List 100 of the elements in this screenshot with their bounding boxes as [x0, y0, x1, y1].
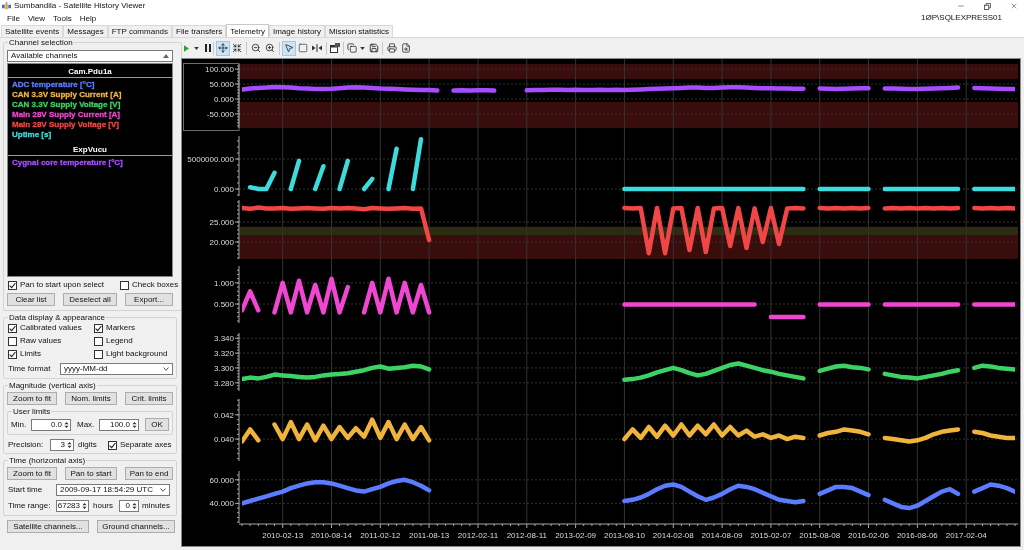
spin-arrows-icon [64, 420, 69, 429]
tab[interactable]: Messages [63, 25, 108, 37]
channel-item[interactable]: ADC temperature [°C] [8, 80, 95, 90]
caret-down-icon[interactable] [360, 46, 365, 50]
axis-tick-label: 1.000 [213, 278, 234, 288]
checkbox[interactable] [94, 336, 103, 346]
close-icon[interactable] [1010, 2, 1018, 10]
dropdown[interactable]: yyyy-MM-dd [60, 363, 173, 375]
channel-item[interactable]: Cygnal core temperature [°C] [8, 158, 123, 168]
export-button[interactable]: Export... [125, 293, 173, 306]
channel-item[interactable]: CAN 3.3V Supply Voltage [V] [8, 100, 121, 110]
channel-item[interactable]: Main 28V Supply Current [A] [8, 110, 120, 120]
checkbox[interactable] [8, 280, 17, 290]
spin-arrows-icon [82, 502, 87, 510]
checkbox[interactable] [8, 349, 17, 359]
copy-icon[interactable] [347, 43, 357, 53]
date-tick-label: 2014-08-09 [701, 531, 743, 540]
tab[interactable]: Image history [268, 25, 325, 37]
axis-tick-label: 40.000 [209, 499, 234, 509]
channel-item[interactable]: Main 28V Supply Voltage [V] [8, 120, 119, 130]
spin-arrows-icon [132, 420, 137, 429]
tab[interactable]: File transfers [172, 25, 227, 37]
menu-item[interactable]: View [23, 12, 50, 24]
save-icon[interactable] [369, 43, 379, 53]
checkbox-label: Limits [20, 349, 41, 359]
nominal-limits-button[interactable]: Nom. limits [65, 392, 117, 405]
ground-channels-button[interactable]: Ground channels... [97, 520, 175, 533]
group-title: User limits [12, 407, 52, 416]
pan-to-start-button[interactable]: Pan to start [65, 467, 117, 480]
dropdown[interactable]: Available channels [7, 50, 173, 62]
axis-tick-label: 0.000 [213, 95, 234, 104]
unit-label: minutes [142, 502, 170, 510]
tab[interactable]: Satellite events [1, 25, 64, 37]
restore-icon[interactable] [984, 2, 991, 10]
axis-tick-label: 25.000 [209, 218, 234, 227]
tab[interactable]: Mission statistics [325, 25, 393, 37]
spin-box[interactable]: 67283 [56, 500, 89, 512]
date-tick-label: 2016-02-06 [848, 531, 889, 540]
axis-tick-label: 0.000 [213, 185, 234, 194]
critical-limits-button[interactable]: Crit. limits [125, 392, 173, 405]
spin-box[interactable]: 3 [50, 439, 74, 451]
ok-button[interactable]: OK [145, 418, 169, 431]
menu-item[interactable]: File [3, 12, 24, 24]
date-tick-label: 2013-08-10 [603, 531, 645, 540]
tab[interactable]: FTP commands [107, 25, 173, 37]
chevron-down-icon [160, 488, 166, 492]
play-icon[interactable] [184, 44, 189, 52]
group-title: Data display & appearance [8, 313, 107, 322]
window-icon[interactable] [330, 43, 340, 53]
spin-box[interactable]: 100.0 [99, 418, 139, 431]
field-label: Time format [8, 365, 52, 373]
window-title: Sumbandila - Satellite History Viewer [14, 2, 146, 10]
menu-item[interactable]: Help [75, 12, 101, 24]
caret-down-icon[interactable] [194, 46, 199, 50]
axis-tick-label: 100.000 [205, 65, 234, 75]
checkbox-label: Calibrated values [20, 323, 82, 333]
field-label: Min. [11, 420, 28, 429]
deselect-all-button[interactable]: Deselect all [63, 293, 117, 306]
print-preview-icon[interactable] [401, 43, 411, 53]
chevron-down-icon [163, 367, 169, 371]
checkbox-label: Pan to start upon select [20, 280, 105, 290]
satellite-channels-button[interactable]: Satellite channels... [7, 520, 89, 533]
pointer-tool-button[interactable] [282, 40, 296, 56]
dropdown[interactable]: 2009-09-17 18:54:29 UTC [56, 484, 170, 496]
axis-tick-label: 60.000 [209, 475, 234, 485]
checkbox[interactable] [94, 323, 103, 333]
checkbox-label: Raw values [20, 336, 62, 346]
zoom-to-fit-button[interactable]: Zoom to fit [7, 467, 57, 480]
spin-box[interactable]: 0 [119, 500, 139, 512]
spin-box[interactable]: 0.0 [31, 418, 71, 431]
date-tick-label: 2011-08-13 [409, 531, 450, 540]
print-icon[interactable] [387, 43, 397, 53]
checkbox[interactable] [108, 440, 117, 450]
zoom-to-fit-button[interactable]: Zoom to fit [7, 392, 57, 405]
y-axis [234, 265, 240, 324]
field-label: Max. [77, 420, 96, 429]
tab[interactable]: Telemetry [226, 24, 269, 37]
axis-tick-label: 0.040 [213, 435, 234, 445]
zoom-in-icon[interactable] [265, 43, 275, 53]
checkbox[interactable] [8, 336, 17, 346]
checkbox-label: Legend [106, 336, 133, 346]
date-tick-label: 2017-02-04 [945, 531, 987, 540]
y-axis [234, 63, 240, 129]
rectangle-icon [298, 43, 308, 53]
channel-item[interactable]: CAN 3.3V Supply Current [A] [8, 90, 122, 100]
checkbox-label: Markers [106, 323, 135, 333]
channel-group-header: ExpVucu [8, 144, 172, 156]
clear-list-button[interactable]: Clear list [7, 293, 55, 306]
split-arrows-icon [312, 44, 322, 52]
checkbox[interactable] [94, 349, 103, 359]
checkbox-label: Light background [106, 349, 168, 359]
menu-item[interactable]: Tools [49, 12, 76, 24]
checkbox[interactable] [8, 323, 17, 333]
zoom-out-icon[interactable] [251, 43, 261, 53]
channel-item[interactable]: Uptime [s] [8, 130, 52, 140]
checkbox[interactable] [120, 280, 129, 290]
pan-tool-button[interactable] [216, 40, 230, 56]
app-icon [2, 1, 11, 11]
pause-icon[interactable] [205, 44, 211, 52]
pan-to-end-button[interactable]: Pan to end [125, 467, 173, 480]
